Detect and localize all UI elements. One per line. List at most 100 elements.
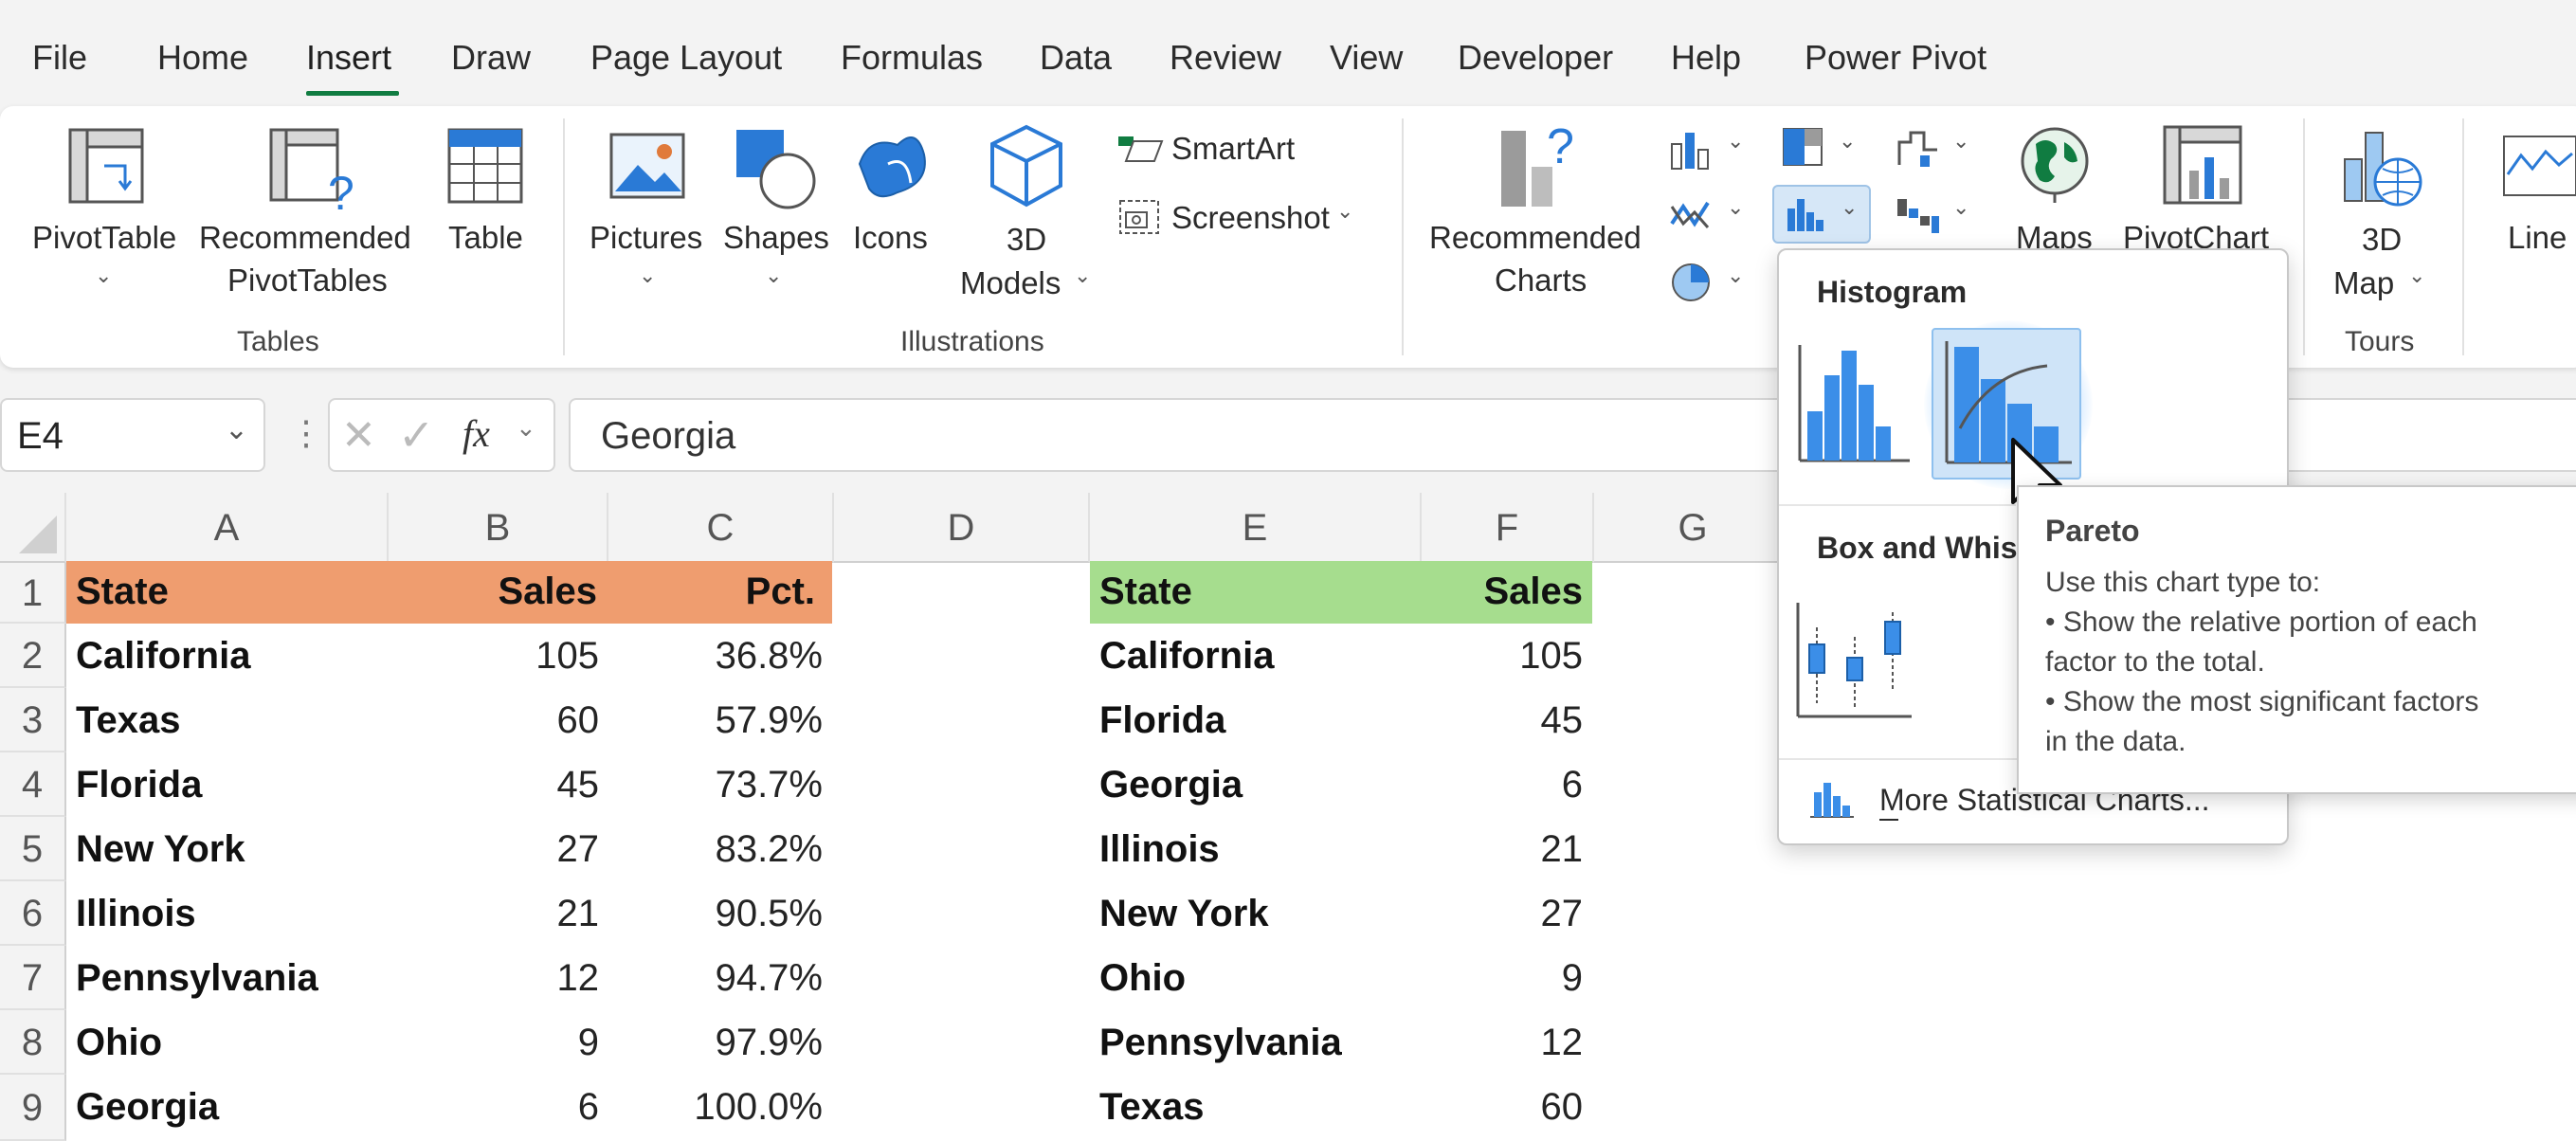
right-sales-cell[interactable]: 21 (1422, 828, 1584, 871)
right-sales-cell[interactable]: 60 (1422, 1086, 1584, 1129)
icons-label[interactable]: Icons (853, 216, 928, 259)
column-header-g[interactable]: G (1594, 493, 1793, 563)
screenshot-label[interactable]: Screenshot (1171, 196, 1330, 239)
column-header-c[interactable]: C (608, 493, 834, 563)
tab-formulas[interactable]: Formulas (841, 38, 983, 78)
column-header-d[interactable]: D (834, 493, 1090, 563)
line-chart-icon[interactable] (1670, 195, 1714, 235)
histogram-chart-option-icon[interactable] (1796, 341, 1912, 466)
right-sales-cell[interactable]: 12 (1422, 1022, 1584, 1064)
left-sales-cell[interactable]: 9 (389, 1022, 599, 1064)
right-sales-cell[interactable]: 6 (1422, 764, 1583, 806)
screenshot-icon[interactable] (1116, 197, 1162, 237)
row-header-6[interactable]: 6 (0, 881, 66, 946)
row-header-4[interactable]: 4 (0, 752, 66, 817)
left-sales-cell[interactable]: 27 (389, 828, 600, 871)
right-state-cell[interactable]: Ohio (1099, 957, 1186, 1000)
smartart-icon[interactable] (1116, 133, 1164, 165)
tab-home[interactable]: Home (157, 38, 248, 78)
right-state-cell[interactable]: California (1099, 635, 1274, 678)
left-state-cell[interactable]: Georgia (76, 1086, 219, 1129)
right-state-cell[interactable]: Florida (1099, 699, 1225, 742)
line-sparkline-icon[interactable] (2500, 133, 2576, 199)
row-header-2[interactable]: 2 (0, 624, 66, 688)
waterfall-chart-chevron-down-icon[interactable]: ⌄ (1952, 195, 1969, 220)
more-options-icon[interactable]: ⋮ (289, 413, 323, 453)
left-state-cell[interactable]: Ohio (76, 1022, 162, 1064)
icons-icon[interactable] (850, 126, 932, 208)
right-sales-cell[interactable]: 9 (1422, 957, 1583, 1000)
table-icon[interactable] (445, 126, 527, 208)
left-pct-cell[interactable]: 83.2% (608, 828, 823, 871)
left-state-cell[interactable]: Florida (76, 764, 202, 806)
shapes-label[interactable]: Shapes (723, 216, 829, 259)
pictures-icon[interactable] (608, 131, 689, 203)
column-header-b[interactable]: B (389, 493, 608, 563)
tab-help[interactable]: Help (1671, 38, 1741, 78)
3d-map-icon[interactable] (2341, 121, 2428, 212)
smartart-label[interactable]: SmartArt (1171, 127, 1295, 170)
row-header-3[interactable]: 3 (0, 688, 66, 752)
3d-models-icon[interactable] (989, 123, 1064, 208)
pie-chart-icon[interactable] (1670, 262, 1714, 305)
name-box-chevron-down-icon[interactable]: ⌄ (225, 413, 248, 446)
cancel-icon[interactable]: ✕ (341, 411, 376, 460)
name-box[interactable]: E4 ⌄ (0, 398, 265, 472)
right-sales-cell[interactable]: 27 (1422, 893, 1584, 935)
screenshot-chevron-down-icon[interactable]: ⌄ (1336, 199, 1353, 224)
left-header-state[interactable]: State (76, 570, 169, 613)
shapes-icon[interactable] (733, 126, 818, 211)
pivotchart-icon[interactable] (2161, 123, 2246, 208)
tab-power-pivot[interactable]: Power Pivot (1805, 38, 1986, 78)
tab-draw[interactable]: Draw (451, 38, 531, 78)
pivottable-icon[interactable] (66, 126, 148, 208)
select-all-corner[interactable] (0, 493, 66, 563)
3d-map-label-2[interactable]: Map (2333, 262, 2394, 304)
left-sales-cell[interactable]: 60 (389, 699, 600, 742)
left-state-cell[interactable]: Texas (76, 699, 180, 742)
insert-function-icon[interactable]: fx (463, 411, 490, 456)
right-header-sales[interactable]: Sales (1422, 570, 1583, 613)
left-header-pct[interactable]: Pct. (608, 570, 815, 613)
right-header-state[interactable]: State (1099, 570, 1192, 613)
shapes-chevron-down-icon[interactable]: ⌄ (765, 263, 782, 288)
left-pct-cell[interactable]: 100.0% (608, 1086, 823, 1129)
left-pct-cell[interactable]: 36.8% (608, 635, 823, 678)
left-state-cell[interactable]: Illinois (76, 893, 196, 935)
right-sales-cell[interactable]: 105 (1422, 635, 1583, 678)
column-header-a[interactable]: A (66, 493, 389, 563)
left-pct-cell[interactable]: 90.5% (608, 893, 823, 935)
recommended-charts-label-1[interactable]: Recommended (1429, 216, 1642, 259)
enter-icon[interactable]: ✓ (398, 409, 435, 461)
column-chart-chevron-down-icon[interactable]: ⌄ (1727, 129, 1744, 154)
tab-review[interactable]: Review (1170, 38, 1281, 78)
fx-chevron-down-icon[interactable]: ⌄ (516, 413, 536, 443)
left-sales-cell[interactable]: 21 (389, 893, 600, 935)
left-pct-cell[interactable]: 94.7% (608, 957, 823, 1000)
right-state-cell[interactable]: Texas (1099, 1086, 1204, 1129)
left-state-cell[interactable]: New York (76, 828, 245, 871)
line-chart-chevron-down-icon[interactable]: ⌄ (1727, 195, 1744, 220)
tab-page-layout[interactable]: Page Layout (590, 38, 782, 78)
pivottable-label[interactable]: PivotTable (32, 216, 176, 259)
column-header-e[interactable]: E (1090, 493, 1422, 563)
hierarchy-chart-icon[interactable] (1782, 127, 1825, 169)
pictures-chevron-down-icon[interactable]: ⌄ (639, 263, 656, 288)
3d-map-chevron-down-icon[interactable]: ⌄ (2408, 263, 2425, 288)
row-header-7[interactable]: 7 (0, 946, 66, 1010)
table-label[interactable]: Table (448, 216, 523, 259)
recommended-pivottables-label-1[interactable]: Recommended (199, 216, 411, 259)
row-header-5[interactable]: 5 (0, 817, 66, 881)
left-pct-cell[interactable]: 97.9% (608, 1022, 823, 1064)
3d-models-label-1[interactable]: 3D (1007, 218, 1046, 261)
right-state-cell[interactable]: Georgia (1099, 764, 1243, 806)
more-statistical-charts-icon[interactable] (1808, 779, 1856, 821)
pictures-label[interactable]: Pictures (590, 216, 702, 259)
left-sales-cell[interactable]: 105 (389, 635, 599, 678)
recommended-pivottables-label-2[interactable]: PivotTables (227, 259, 388, 301)
combo-chart-chevron-down-icon[interactable]: ⌄ (1952, 129, 1969, 154)
statistical-chart-icon[interactable] (1786, 195, 1827, 233)
column-chart-icon[interactable] (1670, 129, 1714, 171)
line-sparkline-label[interactable]: Line (2508, 216, 2567, 259)
left-sales-cell[interactable]: 6 (389, 1086, 599, 1129)
